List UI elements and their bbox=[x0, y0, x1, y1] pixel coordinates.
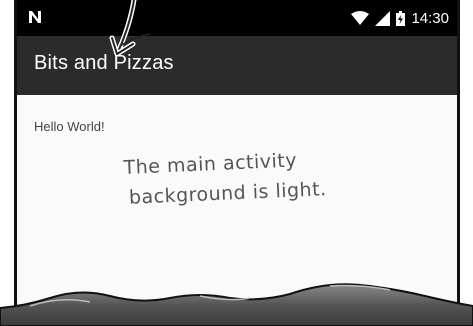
annotation-arrow-icon bbox=[109, 0, 151, 57]
android-n-icon bbox=[29, 11, 41, 23]
cell-signal-icon bbox=[375, 10, 391, 26]
status-time: 14:30 bbox=[411, 9, 449, 27]
status-bar: 14:30 bbox=[17, 0, 457, 36]
torn-edge bbox=[0, 283, 473, 326]
app-toolbar: Bits and Pizzas bbox=[17, 36, 457, 95]
handwritten-annotation: The main activity background is light. bbox=[123, 144, 327, 213]
battery-icon bbox=[396, 10, 406, 26]
status-icons: 14:30 bbox=[351, 8, 449, 28]
hello-text: Hello World! bbox=[34, 119, 105, 134]
wifi-icon bbox=[351, 11, 370, 25]
